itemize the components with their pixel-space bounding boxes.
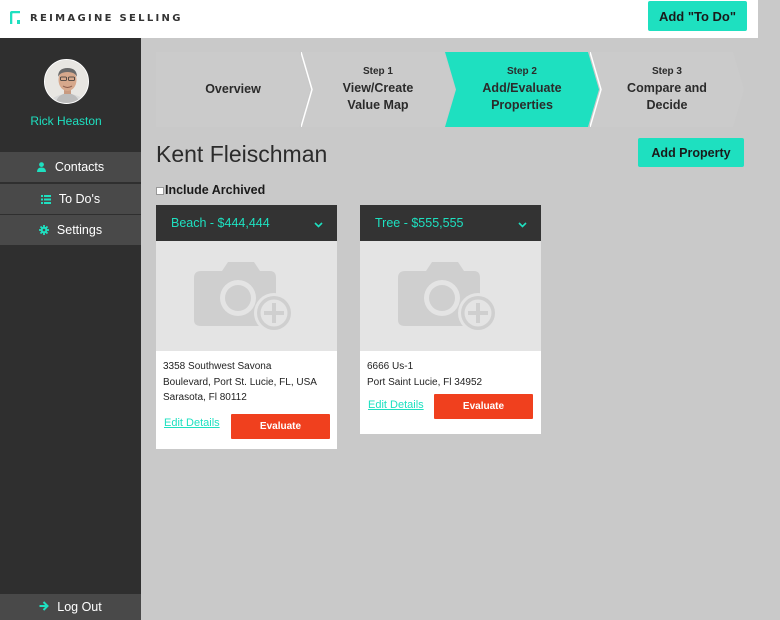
list-icon bbox=[40, 194, 51, 204]
sidebar-item-settings[interactable]: Settings bbox=[0, 215, 141, 245]
camera-add-icon bbox=[397, 262, 498, 333]
step-title-line1: View/Create bbox=[342, 80, 414, 95]
step-title-line1: Compare and bbox=[627, 80, 707, 95]
step-title-line2: Decide bbox=[646, 97, 688, 112]
property-address-line: 6666 Us-1 bbox=[367, 361, 414, 372]
property-card-header[interactable]: Tree - $555,555 bbox=[360, 205, 541, 241]
property-card-header[interactable]: Beach - $444,444 bbox=[156, 205, 337, 241]
add-photo-placeholder[interactable] bbox=[360, 241, 541, 351]
logo[interactable]: REIMAGINE SELLING bbox=[10, 11, 183, 25]
camera-add-icon bbox=[193, 262, 294, 333]
chevron-down-icon[interactable] bbox=[518, 217, 527, 231]
include-archived-checkbox[interactable] bbox=[156, 187, 164, 195]
step-3-compare-decide[interactable]: Step 3 Compare and Decide bbox=[590, 52, 744, 127]
property-card: Tree - $555,555 6666 Us-1 Port Saint Luc… bbox=[360, 205, 541, 434]
add-todo-button[interactable]: Add "To Do" bbox=[648, 1, 747, 31]
property-card-body: 6666 Us-1 Port Saint Lucie, Fl 34952 Edi… bbox=[360, 351, 541, 428]
sidebar: Rick Heaston Contacts To Do's Settings L… bbox=[0, 38, 141, 620]
chevron-down-icon[interactable] bbox=[314, 217, 323, 231]
property-card-actions: Edit Details Evaluate bbox=[163, 406, 330, 444]
step-overview[interactable]: Overview bbox=[156, 52, 310, 127]
property-title: Tree - $555,555 bbox=[375, 216, 464, 230]
property-card-actions: Edit Details Evaluate bbox=[367, 390, 534, 428]
sidebar-item-todos[interactable]: To Do's bbox=[0, 184, 141, 214]
page-title: Kent Fleischman bbox=[156, 141, 328, 167]
step-number: Step 2 bbox=[506, 65, 537, 77]
sidebar-item-label: Settings bbox=[56, 223, 103, 237]
sidebar-item-label: Contacts bbox=[54, 160, 105, 174]
user-name[interactable]: Rick Heaston bbox=[0, 114, 132, 128]
top-bar: REIMAGINE SELLING Add "To Do" bbox=[0, 0, 758, 38]
logout-label: Log Out bbox=[57, 600, 102, 614]
property-address-line: Sarasota, Fl 80112 bbox=[163, 392, 247, 403]
evaluate-button[interactable]: Evaluate bbox=[434, 394, 533, 419]
arrow-right-icon bbox=[39, 600, 50, 614]
step-number: Step 3 bbox=[651, 65, 682, 77]
property-card-body: 3358 Southwest Savona Boulevard, Port St… bbox=[156, 351, 337, 444]
logo-text: REIMAGINE SELLING bbox=[30, 12, 183, 24]
step-wizard: Overview Step 1 View/Create Value Map St… bbox=[156, 52, 746, 127]
add-property-button[interactable]: Add Property bbox=[638, 138, 744, 167]
step-title-line2: Properties bbox=[491, 97, 553, 112]
property-address-line: Port Saint Lucie, Fl 34952 bbox=[367, 376, 483, 388]
property-address-line: 3358 Southwest Savona bbox=[163, 361, 272, 372]
step-2-evaluate-properties[interactable]: Step 2 Add/Evaluate Properties bbox=[445, 52, 599, 127]
include-archived-toggle[interactable]: Include Archived bbox=[156, 183, 265, 197]
step-number: Step 1 bbox=[362, 65, 393, 77]
step-title-line1: Add/Evaluate bbox=[482, 80, 562, 95]
step-title: Overview bbox=[205, 82, 261, 96]
property-title: Beach - $444,444 bbox=[171, 216, 270, 230]
logout-button[interactable]: Log Out bbox=[0, 594, 141, 620]
property-address-line: Boulevard, Port St. Lucie, FL, USA bbox=[163, 376, 317, 388]
logo-icon bbox=[10, 11, 22, 25]
sidebar-item-contacts[interactable]: Contacts bbox=[0, 152, 141, 182]
gear-icon bbox=[38, 225, 49, 235]
sidebar-item-label: To Do's bbox=[58, 192, 101, 206]
edit-details-link[interactable]: Edit Details bbox=[368, 399, 424, 411]
avatar[interactable] bbox=[44, 59, 89, 104]
add-photo-placeholder[interactable] bbox=[156, 241, 337, 351]
person-icon bbox=[37, 162, 47, 172]
evaluate-button[interactable]: Evaluate bbox=[231, 413, 330, 439]
include-archived-label: Include Archived bbox=[165, 183, 266, 197]
step-title-line2: Value Map bbox=[347, 97, 409, 112]
step-1-value-map[interactable]: Step 1 View/Create Value Map bbox=[301, 52, 455, 127]
edit-details-link[interactable]: Edit Details bbox=[164, 417, 220, 429]
property-card: Beach - $444,444 3358 Southwest Savona B… bbox=[156, 205, 337, 449]
